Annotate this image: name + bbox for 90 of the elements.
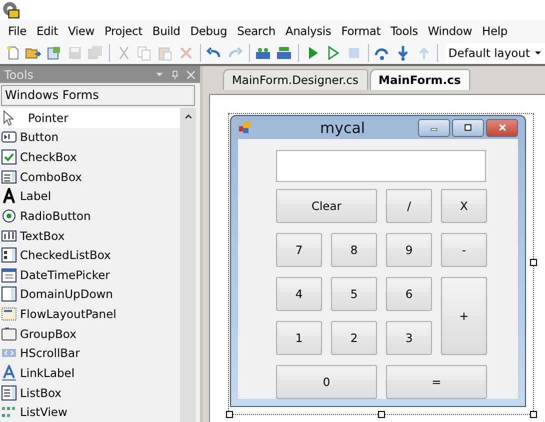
menu-item[interactable]: Window xyxy=(422,24,478,38)
calculator-key[interactable]: 4 xyxy=(276,277,322,311)
calculator-key[interactable]: 2 xyxy=(331,321,377,355)
toolbox-item[interactable]: RadioButton xyxy=(0,206,180,226)
toolbox-item[interactable]: CheckedListBox xyxy=(0,245,180,265)
form-title: mycal xyxy=(320,118,366,136)
resize-handle[interactable] xyxy=(530,259,537,266)
toolbox-item[interactable]: Pointer xyxy=(0,108,180,128)
panel-icon xyxy=(1,306,17,322)
menu-item[interactable]: Build xyxy=(147,24,186,38)
toolbox-item[interactable]: LinkLabel xyxy=(0,363,180,383)
category-header[interactable]: Windows Forms xyxy=(1,85,195,106)
calculator-key[interactable]: 5 xyxy=(331,277,377,311)
maximize-button[interactable] xyxy=(452,118,484,136)
save-all-icon xyxy=(87,45,104,61)
open-file-icon xyxy=(46,45,62,61)
menu-item[interactable]: Edit xyxy=(31,24,63,38)
scrollbar[interactable] xyxy=(180,108,196,422)
resize-handle[interactable] xyxy=(378,411,385,418)
toolbox-item[interactable]: ListBox xyxy=(0,382,180,402)
calculator-key[interactable]: = xyxy=(386,365,487,399)
menu-item[interactable]: Project xyxy=(99,24,148,38)
toolbox-item[interactable]: DateTimePicker xyxy=(0,265,180,285)
listbox-icon xyxy=(1,384,17,401)
calculator-key[interactable]: X xyxy=(441,189,487,223)
checkbox-icon xyxy=(1,149,17,166)
close-button[interactable] xyxy=(486,118,518,136)
toolbox-item[interactable]: ComboBox xyxy=(0,166,180,186)
toolbox-item[interactable]: TextBox xyxy=(0,226,180,246)
toolbox-item[interactable]: ListView xyxy=(0,402,180,422)
menu-item[interactable]: Debug xyxy=(185,24,232,38)
menu-item[interactable]: File xyxy=(3,24,32,38)
menu-item[interactable]: Search xyxy=(232,24,280,38)
maximize-icon xyxy=(463,123,473,132)
calendar-icon xyxy=(1,266,17,283)
display-field[interactable] xyxy=(276,150,486,182)
toolbox-item[interactable]: HScrollBar xyxy=(0,344,180,364)
textbox-icon xyxy=(1,228,17,244)
combobox-icon xyxy=(1,168,17,185)
layout-dropdown[interactable]: Default layout xyxy=(445,43,545,63)
calculator-key[interactable]: 7 xyxy=(276,233,322,267)
panel-title: Tools xyxy=(4,68,34,82)
dropdown-icon xyxy=(155,70,164,79)
menu-item[interactable]: Help xyxy=(477,24,512,38)
paste-icon xyxy=(157,45,174,61)
radio-icon xyxy=(1,208,17,224)
calculator-key[interactable]: 9 xyxy=(386,233,432,267)
dropdown-caret-icon xyxy=(534,49,542,57)
toolbox-item[interactable]: GroupBox xyxy=(0,324,180,344)
save-icon xyxy=(66,45,83,61)
checked-list-icon xyxy=(1,247,17,264)
scroll-up-icon xyxy=(184,112,192,121)
calculator-key[interactable]: Clear xyxy=(276,189,377,223)
resize-handle[interactable] xyxy=(226,411,233,418)
file-tab[interactable]: MainForm.Designer.cs xyxy=(223,69,368,90)
form-icon xyxy=(238,120,252,134)
menu-item[interactable]: Tools xyxy=(386,24,423,38)
toolbox-item[interactable]: Button xyxy=(0,128,180,148)
menu-item[interactable]: Format xyxy=(336,24,386,38)
calculator-key[interactable]: 0 xyxy=(276,365,377,399)
close-icon xyxy=(186,70,196,80)
build-icon xyxy=(255,45,272,61)
toolbox-item[interactable]: CheckBox xyxy=(0,147,180,167)
updown-icon xyxy=(1,286,17,302)
calculator-key[interactable]: 3 xyxy=(386,321,432,355)
calculator-key[interactable]: 6 xyxy=(386,277,432,311)
calculator-key[interactable]: + xyxy=(441,277,487,355)
groupbox-icon xyxy=(1,326,17,342)
button-icon xyxy=(1,129,17,146)
toolbox-item[interactable]: DomainUpDown xyxy=(0,284,180,304)
menu-item[interactable]: View xyxy=(62,24,100,38)
pointer-icon xyxy=(1,110,17,126)
minimize-button[interactable] xyxy=(418,118,450,136)
delete-icon xyxy=(178,45,194,61)
calculator-key[interactable]: / xyxy=(386,189,432,223)
calculator-key[interactable]: - xyxy=(441,233,487,267)
pin-icon xyxy=(170,70,180,80)
calculator-key[interactable]: 8 xyxy=(331,233,377,267)
letter-icon xyxy=(1,188,17,204)
close-icon xyxy=(496,123,508,132)
file-tab[interactable]: MainForm.cs xyxy=(370,69,470,90)
resize-handle[interactable] xyxy=(530,411,537,418)
rebuild-icon xyxy=(276,45,292,61)
new-file-icon xyxy=(4,45,21,61)
copy-icon xyxy=(136,45,152,61)
toolbox-item[interactable]: FlowLayoutPanel xyxy=(0,304,180,324)
link-letter-icon xyxy=(1,364,17,381)
menu-item[interactable]: Analysis xyxy=(280,24,336,38)
calculator-key[interactable]: 1 xyxy=(276,321,322,355)
toolbox-item[interactable]: Label xyxy=(0,186,180,206)
